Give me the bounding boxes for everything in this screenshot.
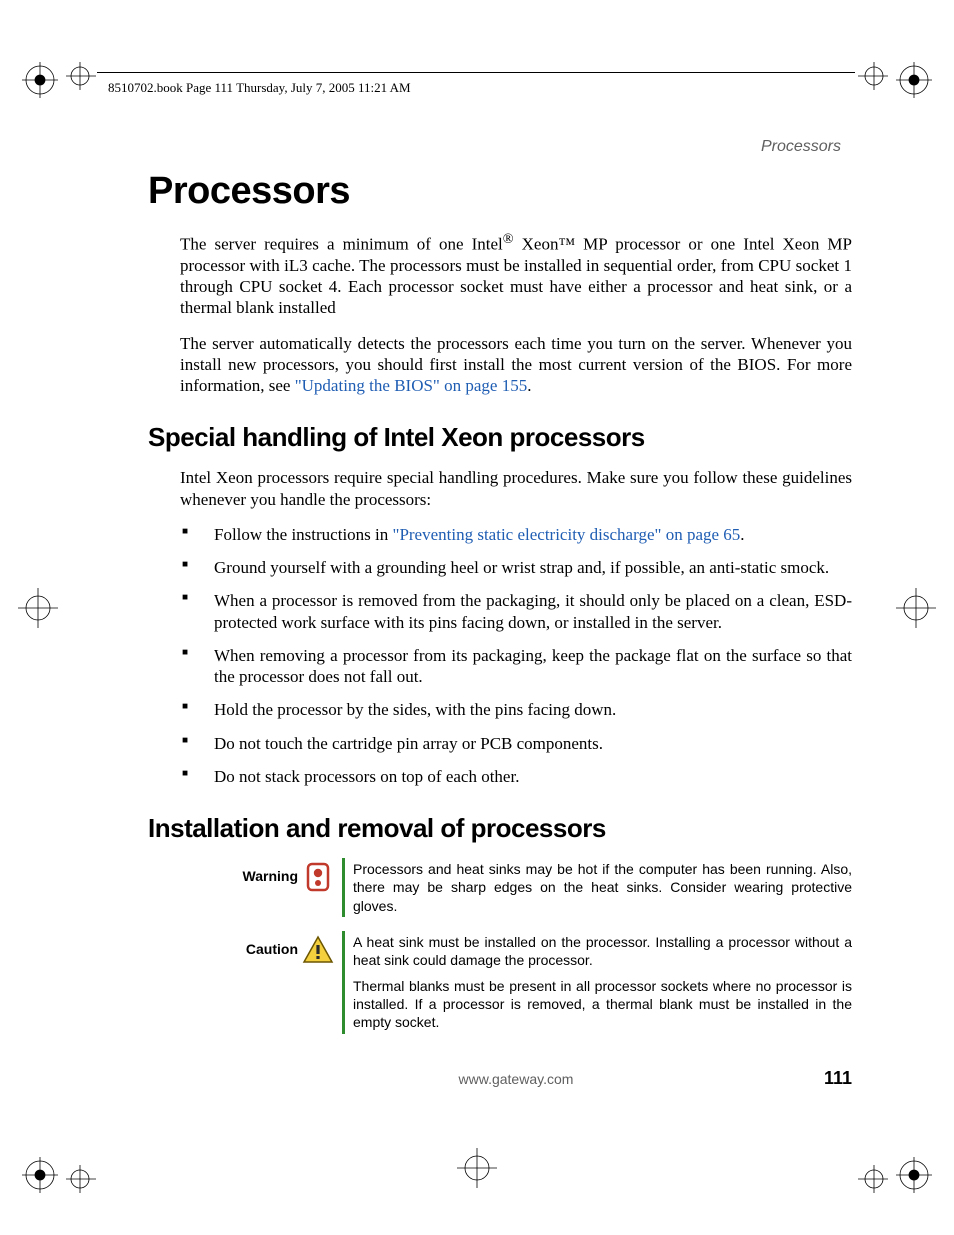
callout-bar <box>342 858 345 917</box>
warning-label: Warning <box>220 858 298 917</box>
print-header-text: 8510702.book Page 111 Thursday, July 7, … <box>108 80 411 96</box>
caution-text: A heat sink must be installed on the pro… <box>353 931 852 1034</box>
warning-icon <box>298 858 338 917</box>
crop-mark-bottom-right <box>852 1113 932 1193</box>
text: Follow the instructions in <box>214 525 393 544</box>
list-item: Do not touch the cartridge pin array or … <box>180 733 852 754</box>
text: A heat sink must be installed on the pro… <box>353 933 852 969</box>
intro-paragraph-1: The server requires a minimum of one Int… <box>180 231 852 319</box>
xref-static-discharge[interactable]: "Preventing static electricity discharge… <box>393 525 741 544</box>
crop-mark-bottom-center <box>447 1143 507 1193</box>
crop-mark-bottom-left <box>22 1113 102 1193</box>
list-item: When removing a processor from its packa… <box>180 645 852 688</box>
crop-mark-top-left <box>22 62 102 142</box>
caution-label: Caution <box>220 931 298 1034</box>
running-head: Processors <box>761 138 841 156</box>
print-header-rule <box>97 72 855 73</box>
bullet-list: Follow the instructions in "Preventing s… <box>180 524 852 787</box>
list-item: Follow the instructions in "Preventing s… <box>180 524 852 545</box>
section-special-handling-title: Special handling of Intel Xeon processor… <box>148 422 852 453</box>
caution-callout: Caution A heat sink must be installed on… <box>220 931 852 1034</box>
crop-mark-mid-left <box>8 588 68 628</box>
text: . <box>527 376 531 395</box>
crop-mark-top-right <box>852 62 932 142</box>
warning-callout: Warning Processors and heat sinks may be… <box>220 858 852 917</box>
page: 8510702.book Page 111 Thursday, July 7, … <box>0 0 954 1235</box>
text: The server requires a minimum of one Int… <box>180 235 503 254</box>
intro-paragraph-2: The server automatically detects the pro… <box>180 333 852 397</box>
page-title: Processors <box>148 170 852 213</box>
registered-symbol: ® <box>503 231 514 247</box>
caution-icon <box>298 931 338 1034</box>
section-installation-title: Installation and removal of processors <box>148 813 852 844</box>
callout-bar <box>342 931 345 1034</box>
warning-text: Processors and heat sinks may be hot if … <box>353 858 852 917</box>
text: Processors and heat sinks may be hot if … <box>353 860 852 915</box>
list-item: When a processor is removed from the pac… <box>180 590 852 633</box>
footer-url: www.gateway.com <box>459 1071 574 1087</box>
section1-lead: Intel Xeon processors require special ha… <box>180 467 852 510</box>
list-item: Do not stack processors on top of each o… <box>180 766 852 787</box>
text: . <box>740 525 744 544</box>
list-item: Hold the processor by the sides, with th… <box>180 699 852 720</box>
page-number: 111 <box>824 1068 852 1089</box>
text: Thermal blanks must be present in all pr… <box>353 977 852 1032</box>
content-area: Processors The server requires a minimum… <box>148 170 852 1048</box>
crop-mark-mid-right <box>886 588 946 628</box>
page-footer: www.gateway.com 111 <box>148 1068 852 1089</box>
xref-updating-bios[interactable]: "Updating the BIOS" on page 155 <box>295 376 528 395</box>
list-item: Ground yourself with a grounding heel or… <box>180 557 852 578</box>
